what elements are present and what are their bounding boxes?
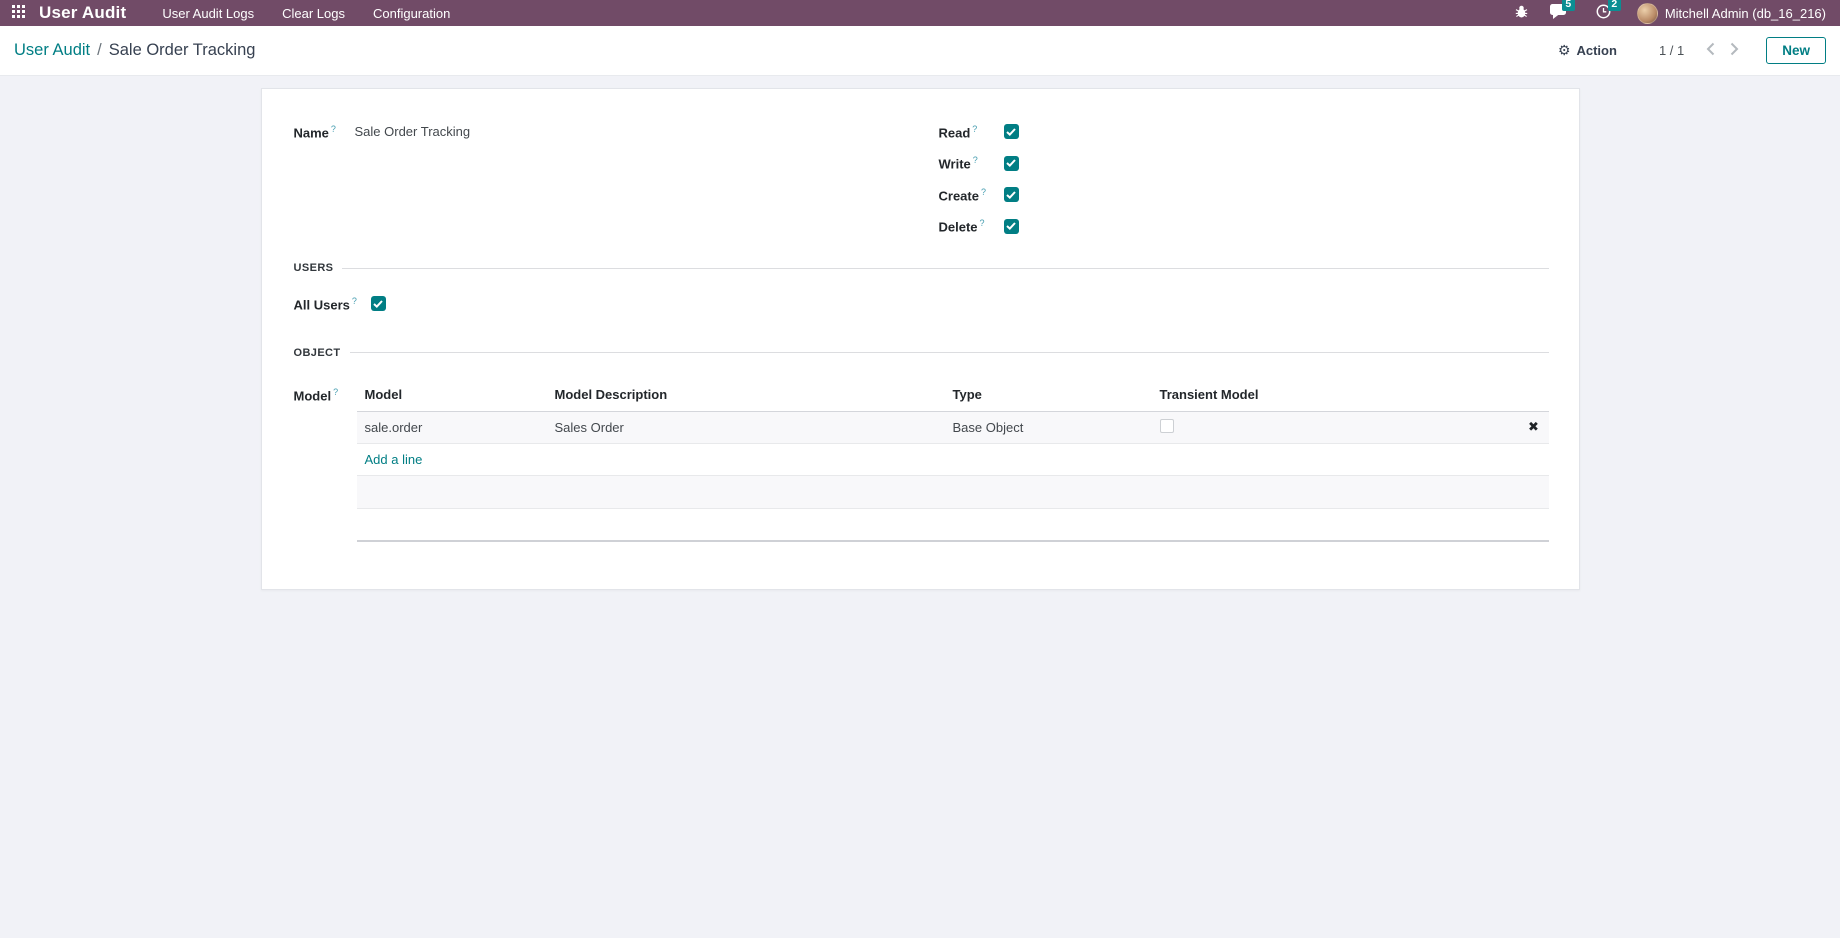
help-marker: ? [980, 186, 986, 197]
write-label-text: Write [938, 156, 971, 172]
section-divider [342, 267, 1549, 269]
object-section-title: OBJECT [293, 346, 341, 359]
permissions-group: Read? Write? Create? Delete ? [939, 116, 1549, 242]
breadcrumb-separator: / [97, 41, 102, 59]
activities-button[interactable]: 2 [1596, 0, 1621, 22]
empty-row [356, 508, 1549, 541]
permission-row-write: Write? [939, 148, 1549, 180]
users-section-title: USERS [293, 262, 334, 274]
name-field-group: Name? Sale Order Tracking [294, 116, 939, 242]
read-label: Read? [939, 124, 1004, 140]
delete-label: Delete? [939, 218, 1004, 234]
app-brand-title[interactable]: User Audit [39, 3, 126, 23]
all-users-label: All Users? [294, 296, 357, 312]
name-label-text: Name [293, 124, 329, 140]
write-checkbox[interactable] [1003, 155, 1019, 171]
write-label: Write? [939, 155, 1004, 171]
section-divider [349, 352, 1549, 353]
gear-icon: ⚙ [1557, 42, 1571, 59]
model-field-label: Model? [294, 379, 357, 403]
help-marker: ? [972, 155, 978, 166]
help-marker: ? [333, 386, 339, 397]
delete-label-text: Delete [938, 219, 978, 235]
content-area: Name? Sale Order Tracking Read? Write ? … [0, 76, 1840, 590]
control-panel: User Audit / Sale Order Tracking ⚙ Actio… [0, 26, 1840, 76]
column-header-type[interactable]: Type [944, 378, 1152, 412]
name-field-label: Name? [294, 124, 355, 140]
cell-transient-model [1152, 412, 1519, 444]
model-table-header-row: Model Model Description Type Transient M… [356, 378, 1549, 412]
messages-button[interactable]: 5 [1549, 0, 1575, 22]
breadcrumb: User Audit / Sale Order Tracking [14, 41, 255, 60]
name-field-value[interactable]: Sale Order Tracking [355, 124, 471, 139]
create-checkbox[interactable] [1003, 187, 1019, 203]
action-menu-label: Action [1576, 43, 1617, 58]
cell-type[interactable]: Base Object [945, 412, 1152, 444]
add-line-row: Add a line [356, 443, 1549, 476]
form-top-block: Name? Sale Order Tracking Read? Write ? … [294, 89, 1549, 242]
top-navbar: User Audit User Audit Logs Clear Logs Co… [0, 0, 1840, 26]
apps-menu-button[interactable] [8, 5, 29, 21]
object-section-header: OBJECT [294, 345, 1549, 361]
empty-row [356, 475, 1549, 509]
column-header-model[interactable]: Model [356, 378, 547, 412]
form-card: Name? Sale Order Tracking Read? Write ? … [260, 88, 1580, 590]
model-list-table: Model Model Description Type Transient M… [356, 378, 1549, 542]
breadcrumb-current: Sale Order Tracking [108, 41, 256, 59]
cell-delete: ✖ [1519, 412, 1549, 444]
cell-model-description[interactable]: Sales Order [547, 412, 945, 444]
column-header-actions [1518, 378, 1549, 412]
table-row[interactable]: sale.order Sales Order Base Object ✖ [356, 411, 1549, 444]
pager-value: 1 / 1 [1658, 43, 1685, 58]
help-marker: ? [979, 218, 985, 229]
pager-previous-button[interactable] [1698, 39, 1722, 63]
systray: 5 2 Mitchell Admin (db_16_216) [1515, 0, 1830, 24]
help-marker: ? [972, 123, 978, 134]
delete-checkbox[interactable] [1003, 218, 1019, 234]
transient-model-checkbox[interactable] [1159, 419, 1174, 433]
control-panel-right: ⚙ Action 1 / 1 New [1558, 37, 1826, 64]
delete-row-icon[interactable]: ✖ [1527, 420, 1541, 435]
apps-grid-icon [12, 5, 25, 21]
breadcrumb-parent-link[interactable]: User Audit [14, 41, 90, 60]
app-menu: User Audit Logs Clear Logs Configuration [148, 0, 464, 26]
help-marker: ? [351, 295, 357, 306]
new-record-button[interactable]: New [1766, 37, 1826, 64]
debug-button[interactable] [1515, 5, 1528, 21]
read-label-text: Read [938, 124, 971, 140]
user-menu[interactable]: Mitchell Admin (db_16_216) [1665, 6, 1826, 21]
column-header-model-description[interactable]: Model Description [546, 378, 945, 412]
menu-item-configuration[interactable]: Configuration [359, 0, 464, 26]
all-users-field-row: All Users? [294, 288, 1549, 320]
menu-item-user-audit-logs[interactable]: User Audit Logs [148, 0, 268, 26]
column-header-transient-model[interactable]: Transient Model [1151, 378, 1519, 412]
permission-row-read: Read? [939, 116, 1549, 148]
all-users-checkbox[interactable] [370, 296, 386, 312]
all-users-label-text: All Users [293, 296, 350, 312]
create-label-text: Create [938, 187, 979, 203]
action-menu-button[interactable]: ⚙ Action [1558, 43, 1617, 58]
activities-count-badge: 2 [1607, 0, 1621, 11]
add-a-line-link[interactable]: Add a line [365, 452, 423, 467]
model-field-block: Model? Model Model Description Type Tran… [294, 378, 1549, 542]
messages-count-badge: 5 [1561, 0, 1575, 11]
chevron-left-icon [1706, 42, 1715, 59]
user-avatar[interactable] [1636, 2, 1658, 24]
name-field-row: Name? Sale Order Tracking [294, 116, 939, 148]
permission-row-create: Create? [939, 179, 1549, 211]
menu-item-clear-logs[interactable]: Clear Logs [268, 0, 359, 26]
users-section-header: USERS [294, 260, 1549, 276]
pager-next-button[interactable] [1722, 39, 1746, 63]
permission-row-delete: Delete? [939, 211, 1549, 243]
model-label-text: Model [293, 387, 332, 403]
cell-model[interactable]: sale.order [357, 412, 547, 444]
help-marker: ? [330, 123, 336, 134]
bug-icon [1515, 5, 1528, 21]
read-checkbox[interactable] [1003, 124, 1019, 140]
create-label: Create? [939, 187, 1004, 203]
chevron-right-icon [1730, 42, 1739, 59]
